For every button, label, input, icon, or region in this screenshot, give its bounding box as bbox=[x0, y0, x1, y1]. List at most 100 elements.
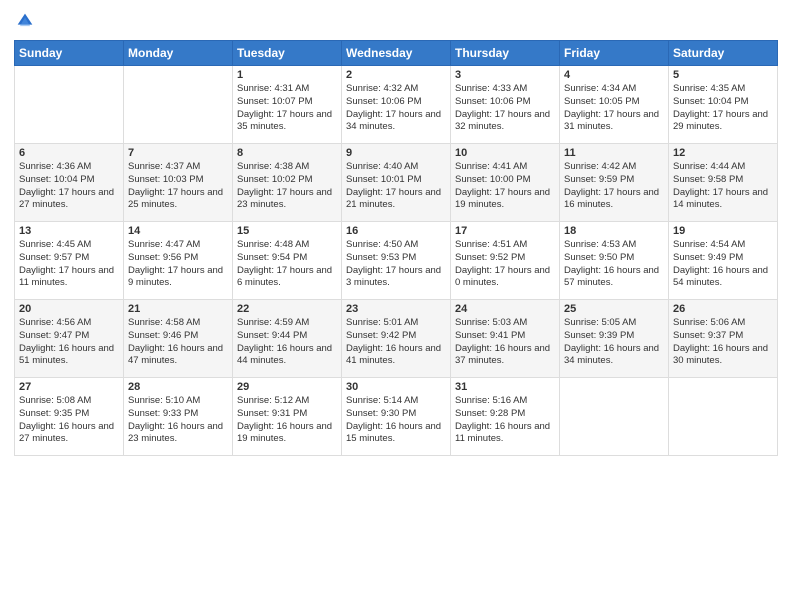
day-number: 2 bbox=[346, 69, 446, 81]
calendar-table: SundayMondayTuesdayWednesdayThursdayFrid… bbox=[14, 40, 778, 456]
day-info: Sunrise: 5:12 AM Sunset: 9:31 PM Dayligh… bbox=[237, 395, 337, 446]
day-info: Sunrise: 4:44 AM Sunset: 9:58 PM Dayligh… bbox=[673, 161, 773, 212]
calendar-cell: 25 Sunrise: 5:05 AM Sunset: 9:39 PM Dayli… bbox=[560, 300, 669, 378]
day-number: 1 bbox=[237, 69, 337, 81]
day-info: Sunrise: 4:32 AM Sunset: 10:06 PM Daylig… bbox=[346, 83, 446, 134]
day-number: 24 bbox=[455, 303, 555, 315]
day-number: 30 bbox=[346, 381, 446, 393]
day-info: Sunrise: 4:37 AM Sunset: 10:03 PM Daylig… bbox=[128, 161, 228, 212]
day-number: 13 bbox=[19, 225, 119, 237]
calendar-cell: 30 Sunrise: 5:14 AM Sunset: 9:30 PM Dayli… bbox=[342, 378, 451, 456]
calendar-cell: 23Sunrise: 5:01 AM Sunset: 9:42 PM Dayli… bbox=[342, 300, 451, 378]
day-number: 27 bbox=[19, 381, 119, 393]
day-number: 19 bbox=[673, 225, 773, 237]
calendar-cell: 28 Sunrise: 5:10 AM Sunset: 9:33 PM Dayli… bbox=[124, 378, 233, 456]
day-info: Sunrise: 5:10 AM Sunset: 9:33 PM Dayligh… bbox=[128, 395, 228, 446]
day-info: Sunrise: 4:58 AM Sunset: 9:46 PM Dayligh… bbox=[128, 317, 228, 368]
calendar-cell: 5 Sunrise: 4:35 AM Sunset: 10:04 PM Dayli… bbox=[669, 66, 778, 144]
calendar-cell: 20 Sunrise: 4:56 AM Sunset: 9:47 PM Dayli… bbox=[15, 300, 124, 378]
day-number: 25 bbox=[564, 303, 664, 315]
col-header-monday: Monday bbox=[124, 41, 233, 66]
day-info: Sunrise: 4:41 AM Sunset: 10:00 PM Daylig… bbox=[455, 161, 555, 212]
calendar-cell: 27 Sunrise: 5:08 AM Sunset: 9:35 PM Dayli… bbox=[15, 378, 124, 456]
day-info: Sunrise: 5:05 AM Sunset: 9:39 PM Dayligh… bbox=[564, 317, 664, 368]
day-info: Sunrise: 4:59 AM Sunset: 9:44 PM Dayligh… bbox=[237, 317, 337, 368]
day-info: Sunrise: 4:56 AM Sunset: 9:47 PM Dayligh… bbox=[19, 317, 119, 368]
day-number: 14 bbox=[128, 225, 228, 237]
day-info: Sunrise: 4:31 AM Sunset: 10:07 PM Daylig… bbox=[237, 83, 337, 134]
calendar-cell: 7 Sunrise: 4:37 AM Sunset: 10:03 PM Dayli… bbox=[124, 144, 233, 222]
calendar-cell: 13 Sunrise: 4:45 AM Sunset: 9:57 PM Dayli… bbox=[15, 222, 124, 300]
day-number: 7 bbox=[128, 147, 228, 159]
day-info: Sunrise: 4:53 AM Sunset: 9:50 PM Dayligh… bbox=[564, 239, 664, 290]
day-number: 21 bbox=[128, 303, 228, 315]
logo-icon bbox=[14, 10, 36, 32]
calendar-week-2: 6 Sunrise: 4:36 AM Sunset: 10:04 PM Dayli… bbox=[15, 144, 778, 222]
calendar-cell: 11Sunrise: 4:42 AM Sunset: 9:59 PM Dayli… bbox=[560, 144, 669, 222]
col-header-friday: Friday bbox=[560, 41, 669, 66]
calendar-cell: 2 Sunrise: 4:32 AM Sunset: 10:06 PM Dayli… bbox=[342, 66, 451, 144]
day-info: Sunrise: 4:36 AM Sunset: 10:04 PM Daylig… bbox=[19, 161, 119, 212]
calendar-cell: 1 Sunrise: 4:31 AM Sunset: 10:07 PM Dayli… bbox=[233, 66, 342, 144]
calendar-cell bbox=[15, 66, 124, 144]
day-number: 12 bbox=[673, 147, 773, 159]
calendar-cell: 14 Sunrise: 4:47 AM Sunset: 9:56 PM Dayli… bbox=[124, 222, 233, 300]
calendar-cell: 12 Sunrise: 4:44 AM Sunset: 9:58 PM Dayli… bbox=[669, 144, 778, 222]
day-info: Sunrise: 5:14 AM Sunset: 9:30 PM Dayligh… bbox=[346, 395, 446, 446]
day-number: 5 bbox=[673, 69, 773, 81]
day-info: Sunrise: 4:33 AM Sunset: 10:06 PM Daylig… bbox=[455, 83, 555, 134]
page: SundayMondayTuesdayWednesdayThursdayFrid… bbox=[0, 0, 792, 612]
day-number: 9 bbox=[346, 147, 446, 159]
day-number: 15 bbox=[237, 225, 337, 237]
logo bbox=[14, 10, 39, 32]
calendar-cell: 4 Sunrise: 4:34 AM Sunset: 10:05 PM Dayli… bbox=[560, 66, 669, 144]
calendar-week-4: 20 Sunrise: 4:56 AM Sunset: 9:47 PM Dayli… bbox=[15, 300, 778, 378]
day-info: Sunrise: 5:08 AM Sunset: 9:35 PM Dayligh… bbox=[19, 395, 119, 446]
calendar-cell: 16 Sunrise: 4:50 AM Sunset: 9:53 PM Dayli… bbox=[342, 222, 451, 300]
calendar-cell: 26Sunrise: 5:06 AM Sunset: 9:37 PM Dayli… bbox=[669, 300, 778, 378]
day-number: 26 bbox=[673, 303, 773, 315]
day-info: Sunrise: 4:47 AM Sunset: 9:56 PM Dayligh… bbox=[128, 239, 228, 290]
day-number: 11 bbox=[564, 147, 664, 159]
day-number: 22 bbox=[237, 303, 337, 315]
calendar-cell: 19Sunrise: 4:54 AM Sunset: 9:49 PM Dayli… bbox=[669, 222, 778, 300]
calendar-cell: 8 Sunrise: 4:38 AM Sunset: 10:02 PM Dayli… bbox=[233, 144, 342, 222]
calendar-cell: 29Sunrise: 5:12 AM Sunset: 9:31 PM Dayli… bbox=[233, 378, 342, 456]
calendar-cell: 17 Sunrise: 4:51 AM Sunset: 9:52 PM Dayli… bbox=[451, 222, 560, 300]
day-number: 16 bbox=[346, 225, 446, 237]
day-number: 6 bbox=[19, 147, 119, 159]
calendar-header-row: SundayMondayTuesdayWednesdayThursdayFrid… bbox=[15, 41, 778, 66]
calendar-cell: 31 Sunrise: 5:16 AM Sunset: 9:28 PM Dayli… bbox=[451, 378, 560, 456]
day-number: 17 bbox=[455, 225, 555, 237]
day-number: 8 bbox=[237, 147, 337, 159]
calendar-cell: 6 Sunrise: 4:36 AM Sunset: 10:04 PM Dayli… bbox=[15, 144, 124, 222]
calendar-cell bbox=[560, 378, 669, 456]
day-info: Sunrise: 5:01 AM Sunset: 9:42 PM Dayligh… bbox=[346, 317, 446, 368]
day-number: 28 bbox=[128, 381, 228, 393]
calendar-cell bbox=[669, 378, 778, 456]
calendar-cell bbox=[124, 66, 233, 144]
day-info: Sunrise: 4:51 AM Sunset: 9:52 PM Dayligh… bbox=[455, 239, 555, 290]
col-header-sunday: Sunday bbox=[15, 41, 124, 66]
calendar-cell: 22 Sunrise: 4:59 AM Sunset: 9:44 PM Dayli… bbox=[233, 300, 342, 378]
day-number: 20 bbox=[19, 303, 119, 315]
day-info: Sunrise: 4:50 AM Sunset: 9:53 PM Dayligh… bbox=[346, 239, 446, 290]
day-number: 10 bbox=[455, 147, 555, 159]
day-info: Sunrise: 4:38 AM Sunset: 10:02 PM Daylig… bbox=[237, 161, 337, 212]
day-number: 4 bbox=[564, 69, 664, 81]
calendar-cell: 15 Sunrise: 4:48 AM Sunset: 9:54 PM Dayli… bbox=[233, 222, 342, 300]
calendar-cell: 10 Sunrise: 4:41 AM Sunset: 10:00 PM Dayl… bbox=[451, 144, 560, 222]
day-number: 31 bbox=[455, 381, 555, 393]
day-info: Sunrise: 4:34 AM Sunset: 10:05 PM Daylig… bbox=[564, 83, 664, 134]
day-number: 3 bbox=[455, 69, 555, 81]
calendar-cell: 24Sunrise: 5:03 AM Sunset: 9:41 PM Dayli… bbox=[451, 300, 560, 378]
calendar-cell: 9Sunrise: 4:40 AM Sunset: 10:01 PM Dayli… bbox=[342, 144, 451, 222]
day-info: Sunrise: 4:45 AM Sunset: 9:57 PM Dayligh… bbox=[19, 239, 119, 290]
col-header-tuesday: Tuesday bbox=[233, 41, 342, 66]
day-info: Sunrise: 4:35 AM Sunset: 10:04 PM Daylig… bbox=[673, 83, 773, 134]
day-info: Sunrise: 5:16 AM Sunset: 9:28 PM Dayligh… bbox=[455, 395, 555, 446]
day-info: Sunrise: 4:48 AM Sunset: 9:54 PM Dayligh… bbox=[237, 239, 337, 290]
col-header-wednesday: Wednesday bbox=[342, 41, 451, 66]
calendar-cell: 3 Sunrise: 4:33 AM Sunset: 10:06 PM Dayli… bbox=[451, 66, 560, 144]
calendar-week-3: 13 Sunrise: 4:45 AM Sunset: 9:57 PM Dayli… bbox=[15, 222, 778, 300]
